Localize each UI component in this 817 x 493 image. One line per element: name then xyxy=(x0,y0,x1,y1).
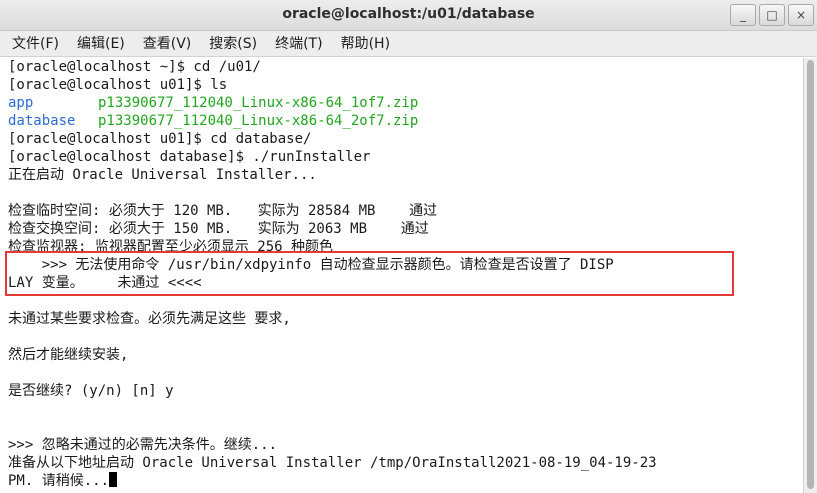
zip-file: p13390677_112040_Linux-x86-64_2of7.zip xyxy=(98,113,419,129)
terminal-line: [oracle@localhost u01]$ cd database/ xyxy=(8,131,312,147)
minimize-button[interactable]: _ xyxy=(730,4,756,26)
scrollbar-thumb[interactable] xyxy=(807,60,814,489)
menu-edit[interactable]: 编辑(E) xyxy=(77,31,125,56)
menu-bar: 文件(F) 编辑(E) 查看(V) 搜索(S) 终端(T) 帮助(H) xyxy=(0,31,817,57)
scrollbar[interactable] xyxy=(803,58,817,493)
terminal-line: 准备从以下地址启动 Oracle Universal Installer /tm… xyxy=(8,455,657,471)
terminal-line: [oracle@localhost ~]$ cd /u01/ xyxy=(8,59,261,75)
terminal-line: [oracle@localhost database]$ ./runInstal… xyxy=(8,149,371,165)
terminal-line: 未通过某些要求检查。必须先满足这些 要求, xyxy=(8,311,291,327)
menu-search[interactable]: 搜索(S) xyxy=(209,31,257,56)
zip-file: p13390677_112040_Linux-x86-64_1of7.zip xyxy=(98,95,419,111)
menu-terminal[interactable]: 终端(T) xyxy=(275,31,322,56)
terminal-line: 然后才能继续安装, xyxy=(8,347,129,363)
terminal-line: [oracle@localhost u01]$ ls xyxy=(8,77,228,93)
terminal-last-line: PM. 请稍候... xyxy=(8,472,118,490)
ls-row: app p13390677_112040_Linux-x86-64_1of7.zi… xyxy=(8,94,418,112)
menu-file[interactable]: 文件(F) xyxy=(12,31,59,56)
menu-help[interactable]: 帮助(H) xyxy=(341,31,390,56)
terminal-line: PM. 请稍候... xyxy=(8,473,110,489)
terminal-output[interactable]: [oracle@localhost ~]$ cd /u01/ [oracle@l… xyxy=(0,58,803,493)
terminal-line: >>> 忽略未通过的必需先决条件。继续... xyxy=(8,437,278,453)
menu-view[interactable]: 查看(V) xyxy=(143,31,192,56)
title-bar: oracle@localhost:/u01/database _ □ × xyxy=(0,0,817,31)
text-cursor xyxy=(109,472,118,487)
dir-name: app xyxy=(8,95,34,111)
terminal-line: 是否继续? (y/n) [n] y xyxy=(8,383,174,399)
terminal-line: 正在启动 Oracle Universal Installer... xyxy=(8,167,317,183)
ls-row: database p13390677_112040_Linux-x86-64_2o… xyxy=(8,112,418,130)
warning-highlight-box xyxy=(5,251,734,296)
terminal-line: 检查临时空间: 必须大于 120 MB. 实际为 28584 MB 通过 xyxy=(8,203,438,219)
dir-name: database xyxy=(8,113,76,129)
maximize-button[interactable]: □ xyxy=(759,4,785,26)
window-title: oracle@localhost:/u01/database xyxy=(282,6,535,22)
close-button[interactable]: × xyxy=(788,4,814,26)
terminal-line: 检查交换空间: 必须大于 150 MB. 实际为 2063 MB 通过 xyxy=(8,221,429,237)
